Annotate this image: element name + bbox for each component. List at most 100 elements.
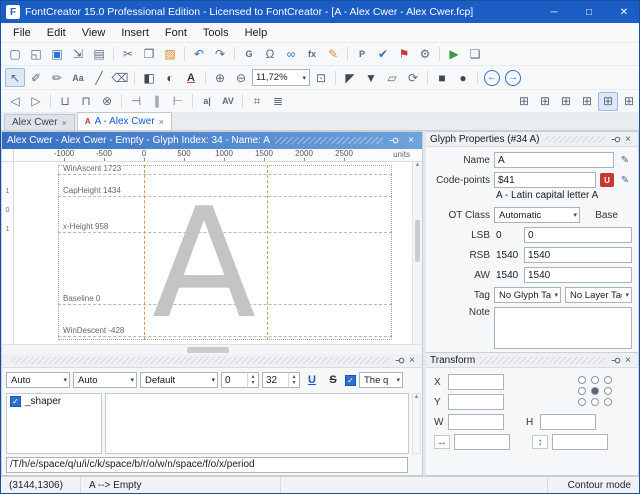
undo-button[interactable]: ↶ — [189, 45, 209, 64]
letterspacing-stepper[interactable]: 0▴▾ — [221, 372, 259, 388]
tab-close-icon[interactable]: × — [159, 117, 164, 127]
insert-characters-button[interactable]: Ω — [260, 45, 280, 64]
close-icon[interactable]: × — [622, 355, 634, 366]
paste-button[interactable]: ▨ — [160, 45, 180, 64]
anchor-point-radio[interactable] — [591, 376, 599, 384]
preview-scrollbar[interactable]: ▲ — [412, 393, 421, 454]
strikeout-toggle[interactable]: S — [324, 372, 342, 389]
anchor-point-radio[interactable] — [591, 387, 599, 395]
menu-item[interactable]: Font — [157, 23, 195, 42]
edit-pencil-button[interactable]: ✎ — [323, 45, 343, 64]
width-scale-icon[interactable]: ↔ — [434, 435, 450, 449]
options-button[interactable]: ⚙ — [415, 45, 435, 64]
cut-button[interactable]: ✂ — [118, 45, 138, 64]
transform-w-input[interactable] — [448, 414, 504, 430]
scrollbar-thumb[interactable] — [415, 220, 420, 262]
minimize-button[interactable]: ─ — [539, 1, 569, 23]
flag-glyph-button[interactable]: ⚑ — [394, 45, 414, 64]
menu-item[interactable]: Tools — [195, 23, 237, 42]
vertical-scrollbar[interactable]: ▲ — [412, 162, 422, 344]
font-color-tool[interactable]: A — [181, 68, 201, 87]
ot-class-select[interactable]: Automatic▾ — [494, 207, 580, 223]
tab-font-overview[interactable]: Alex Cwer × — [4, 114, 75, 130]
eraser-tool[interactable]: ⌫ — [110, 68, 130, 87]
transform-x-input[interactable] — [448, 374, 504, 390]
note-textarea[interactable] — [494, 307, 632, 349]
transform-h-input[interactable] — [540, 414, 596, 430]
font-size-stepper[interactable]: 32▴▾ — [262, 372, 300, 388]
kerning-mode-button[interactable]: AV — [218, 92, 238, 111]
close-icon[interactable]: × — [405, 135, 417, 146]
close-icon[interactable]: × — [622, 134, 634, 145]
knife-tool[interactable]: ╱ — [89, 68, 109, 87]
overview-layout-3-button[interactable]: ⊞ — [556, 92, 576, 111]
select-tool[interactable]: ↖ — [5, 68, 25, 87]
freehand-tool[interactable]: ✏ — [47, 68, 67, 87]
glyph-tag-select[interactable]: No Glyph Tag▾ — [494, 287, 561, 303]
pin-icon[interactable]: ⚲ — [610, 355, 622, 366]
anchor-point-radio[interactable] — [604, 376, 612, 384]
menu-item[interactable]: Help — [237, 23, 276, 42]
overview-layout-2-button[interactable]: ⊞ — [535, 92, 555, 111]
pin-icon[interactable]: ⚲ — [610, 134, 622, 145]
app-icon[interactable]: F — [6, 5, 20, 19]
pin-icon[interactable]: ⚲ — [388, 135, 400, 146]
shaper-checkbox[interactable]: ✓ — [10, 396, 21, 407]
insert-glyphs-button[interactable]: G — [239, 45, 259, 64]
anchor-point-radio[interactable] — [591, 398, 599, 406]
pin-icon[interactable]: ⚲ — [394, 355, 406, 366]
next-glyph-button[interactable]: → — [505, 70, 521, 86]
skew-tool[interactable]: ▱ — [382, 68, 402, 87]
zoom-out-button[interactable]: ⊖ — [231, 68, 251, 87]
overview-layout-1-button[interactable]: ⊞ — [514, 92, 534, 111]
validate-font-button[interactable]: ✔ — [373, 45, 393, 64]
height-scale-icon[interactable]: ↕ — [532, 435, 548, 449]
sample-text-select[interactable]: The q▾ — [359, 372, 403, 388]
glyph-canvas[interactable]: WinAscent 1723 CapHeight 1434 x-Height 9… — [14, 162, 412, 344]
menu-item[interactable]: View — [74, 23, 114, 42]
menu-item[interactable]: File — [5, 23, 39, 42]
previous-sample-button[interactable]: ◁ — [5, 92, 25, 111]
text-tool[interactable]: Aa — [68, 68, 88, 87]
menu-item[interactable]: Insert — [113, 23, 157, 42]
previous-glyph-button[interactable]: ← — [484, 70, 500, 86]
transform-y-input[interactable] — [448, 394, 504, 410]
anchor-point-radio[interactable] — [578, 387, 586, 395]
menu-item[interactable]: Edit — [39, 23, 74, 42]
smart-shape-wedge[interactable]: ▼ — [361, 68, 381, 87]
preview-text-input[interactable] — [6, 457, 408, 473]
spinner-arrows[interactable]: ▴▾ — [288, 373, 299, 387]
preview-script-select[interactable]: Auto▾ — [73, 372, 137, 388]
close-button[interactable]: ✕ — [609, 1, 639, 23]
aw-input[interactable] — [524, 267, 632, 283]
open-font-button[interactable]: ◱ — [26, 45, 46, 64]
tab-close-icon[interactable]: × — [62, 118, 67, 128]
preview-option-checkbox[interactable]: ✓ — [345, 375, 356, 386]
contrast-tool[interactable]: ◐ — [160, 68, 180, 87]
copy-button[interactable]: ❐ — [139, 45, 159, 64]
export-font-button[interactable]: ⇲ — [68, 45, 88, 64]
redo-button[interactable]: ↷ — [210, 45, 230, 64]
union-contours-button[interactable]: ⊔ — [55, 92, 75, 111]
grid-toggle-button[interactable]: ⌗ — [247, 92, 267, 111]
print-button[interactable]: ▤ — [89, 45, 109, 64]
rectangle-shape-tool[interactable]: ■ — [432, 68, 452, 87]
overview-layout-6-button[interactable]: ⊞ — [619, 92, 639, 111]
edit-name-icon[interactable]: ✎ — [618, 153, 632, 167]
codepoints-input[interactable] — [494, 172, 596, 188]
spinner-arrows[interactable]: ▴▾ — [247, 373, 258, 387]
align-left-button[interactable]: ⊣ — [126, 92, 146, 111]
glyph-name-input[interactable] — [494, 152, 614, 168]
preview-render-area[interactable] — [105, 393, 409, 454]
horizontal-scrollbar[interactable] — [2, 344, 422, 354]
preview-font-select[interactable]: Auto▾ — [6, 372, 70, 388]
zoom-in-button[interactable]: ⊕ — [210, 68, 230, 87]
smart-shape-triangle[interactable]: ◤ — [340, 68, 360, 87]
preview-features-select[interactable]: Default▾ — [140, 372, 218, 388]
height-scale-input[interactable] — [552, 434, 608, 450]
lsb-input[interactable] — [524, 227, 632, 243]
overview-layout-4-button[interactable]: ⊞ — [577, 92, 597, 111]
draw-contour-tool[interactable]: ✐ — [26, 68, 46, 87]
sample-text-button[interactable]: ❏ — [465, 45, 485, 64]
close-icon[interactable]: × — [406, 355, 418, 366]
